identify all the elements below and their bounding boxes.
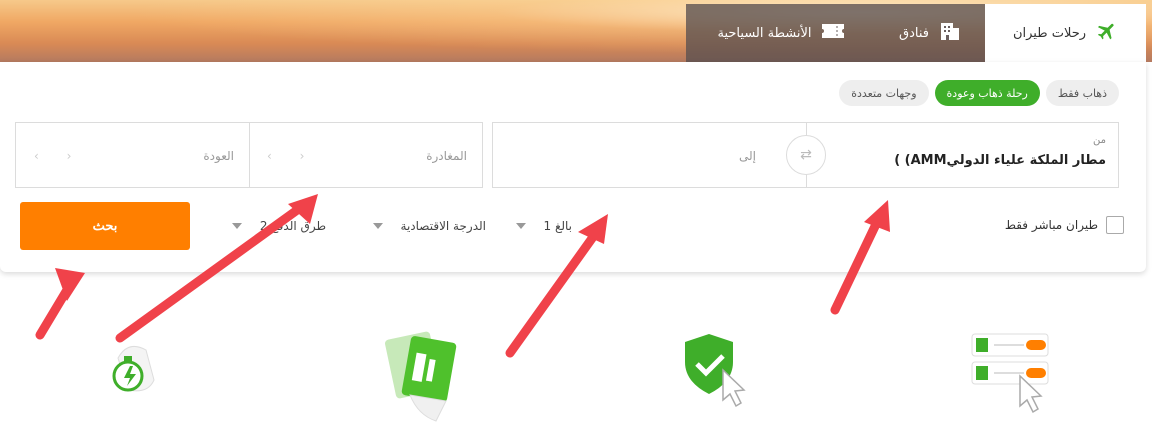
arrow-to-search-button <box>35 280 75 340</box>
direct-only-label: طيران مباشر فقط <box>1004 218 1098 232</box>
trip-multi-city[interactable]: وجهات متعددة <box>839 80 929 106</box>
origin-label: من <box>1093 135 1106 146</box>
chevron-down-icon <box>372 223 383 229</box>
tab-label: فنادق <box>899 25 929 41</box>
date-nav-icon[interactable]: ‹ › <box>267 149 316 163</box>
passengers-value: 1 بالغ <box>543 219 573 233</box>
trip-round-trip[interactable]: رحلة ذهاب وعودة <box>934 80 1040 106</box>
payment-card-icon <box>380 325 470 429</box>
destination-placeholder: إلى <box>739 149 756 163</box>
direct-only-checkbox[interactable] <box>1106 216 1124 234</box>
cabin-class-dropdown[interactable]: الدرجة الاقتصادية <box>372 219 486 233</box>
chevron-down-icon <box>515 223 526 229</box>
payment-value: 2 طرق الدفع <box>259 219 326 233</box>
departure-date-field[interactable]: المغادرة ‹ › <box>248 122 483 188</box>
passengers-dropdown[interactable]: 1 بالغ <box>515 219 573 233</box>
tab-label: رحلات طيران <box>1012 25 1087 41</box>
origin-value: مطار الملكة علياء الدوليAMM) ) <box>894 153 1106 168</box>
destination-field[interactable]: إلى ⇄ <box>492 122 826 188</box>
cabin-class-value: الدرجة الاقتصادية <box>400 219 486 233</box>
hotel-icon <box>939 21 961 45</box>
secure-shield-icon <box>683 332 763 416</box>
tab-hotels[interactable]: فنادق <box>875 4 985 62</box>
ticket-icon <box>821 24 844 42</box>
swap-icon[interactable]: ⇄ <box>786 135 826 175</box>
tab-label: الأنشطة السياحية <box>717 25 812 41</box>
trip-one-way[interactable]: ذهاب فقط <box>1045 80 1119 106</box>
plane-icon <box>1096 20 1118 46</box>
search-card: ذهاب فقط رحلة ذهاب وعودة وجهات متعددة من… <box>0 62 1146 272</box>
date-nav-icon[interactable]: ‹ › <box>34 149 83 163</box>
origin-field[interactable]: من مطار الملكة علياء الدوليAMM) ) <box>805 122 1119 188</box>
return-date-field[interactable]: العودة ‹ › <box>15 122 250 188</box>
return-label: العودة <box>203 149 234 163</box>
search-button[interactable]: بحث <box>20 202 190 250</box>
tab-flights[interactable]: رحلات طيران <box>985 4 1146 62</box>
chevron-down-icon <box>231 223 242 229</box>
stopwatch-icon <box>100 318 170 412</box>
trip-type-selector: ذهاب فقط رحلة ذهاب وعودة وجهات متعددة <box>839 80 1119 106</box>
product-tabs: رحلات طيران فنادق الأنشطة السياحية <box>686 4 1146 62</box>
compare-options-icon <box>968 330 1058 424</box>
tab-activities[interactable]: الأنشطة السياحية <box>686 4 875 62</box>
payment-dropdown[interactable]: 2 طرق الدفع <box>231 219 326 233</box>
departure-label: المغادرة <box>426 149 467 163</box>
